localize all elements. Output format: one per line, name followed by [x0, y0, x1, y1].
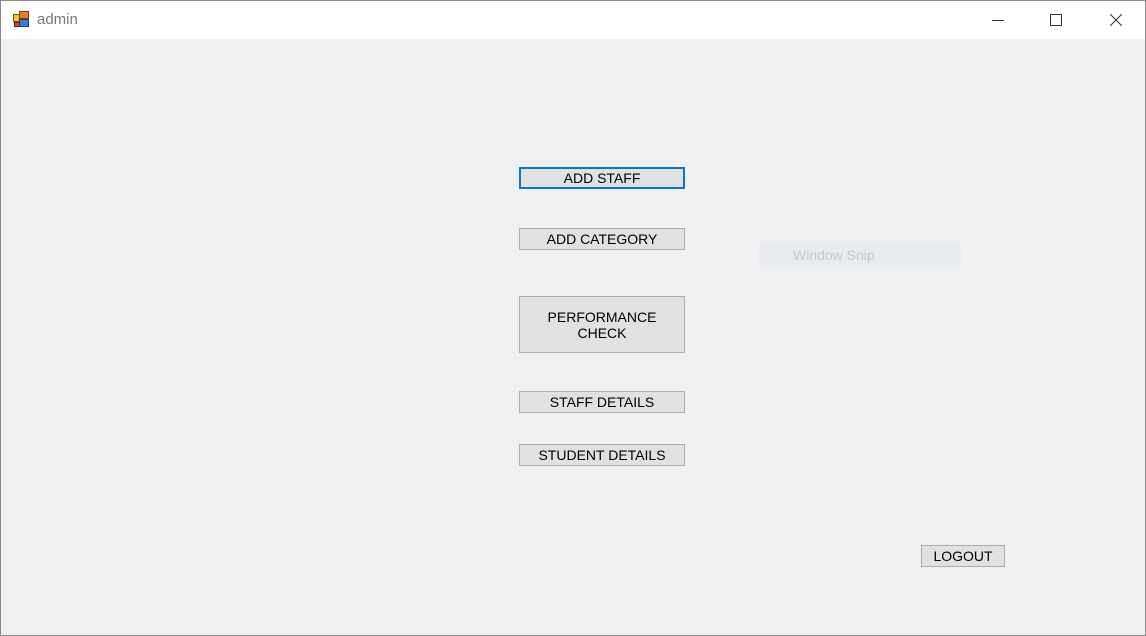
staff-details-button[interactable]: STAFF DETAILS	[519, 391, 685, 413]
form-client-area: ADD STAFF ADD CATEGORY Window Snip PERFO…	[1, 39, 1145, 635]
add-category-button[interactable]: ADD CATEGORY	[519, 228, 685, 250]
performance-check-button[interactable]: PERFORMANCE CHECK	[519, 296, 685, 353]
student-details-button[interactable]: STUDENT DETAILS	[519, 444, 685, 466]
minimize-icon	[992, 20, 1004, 21]
admin-window: admin ADD STAFF ADD CATEGORY Window Snip	[0, 0, 1146, 636]
close-icon	[1110, 14, 1122, 26]
maximize-button[interactable]	[1027, 1, 1085, 39]
maximize-icon	[1050, 14, 1062, 26]
title-bar[interactable]: admin	[1, 1, 1145, 39]
add-category-label: ADD CATEGORY	[546, 231, 658, 247]
close-button[interactable]	[1087, 1, 1145, 39]
window-snip-overlay: Window Snip	[759, 243, 961, 267]
app-icon	[13, 11, 29, 27]
logout-label: LOGOUT	[933, 548, 993, 564]
student-details-label: STUDENT DETAILS	[538, 447, 666, 463]
minimize-button[interactable]	[969, 1, 1027, 39]
add-staff-label: ADD STAFF	[563, 170, 641, 186]
performance-check-label: PERFORMANCE CHECK	[547, 308, 657, 341]
logout-button[interactable]: LOGOUT	[921, 545, 1005, 567]
window-title: admin	[37, 11, 78, 28]
add-staff-button[interactable]: ADD STAFF	[519, 167, 685, 189]
staff-details-label: STAFF DETAILS	[549, 394, 655, 410]
